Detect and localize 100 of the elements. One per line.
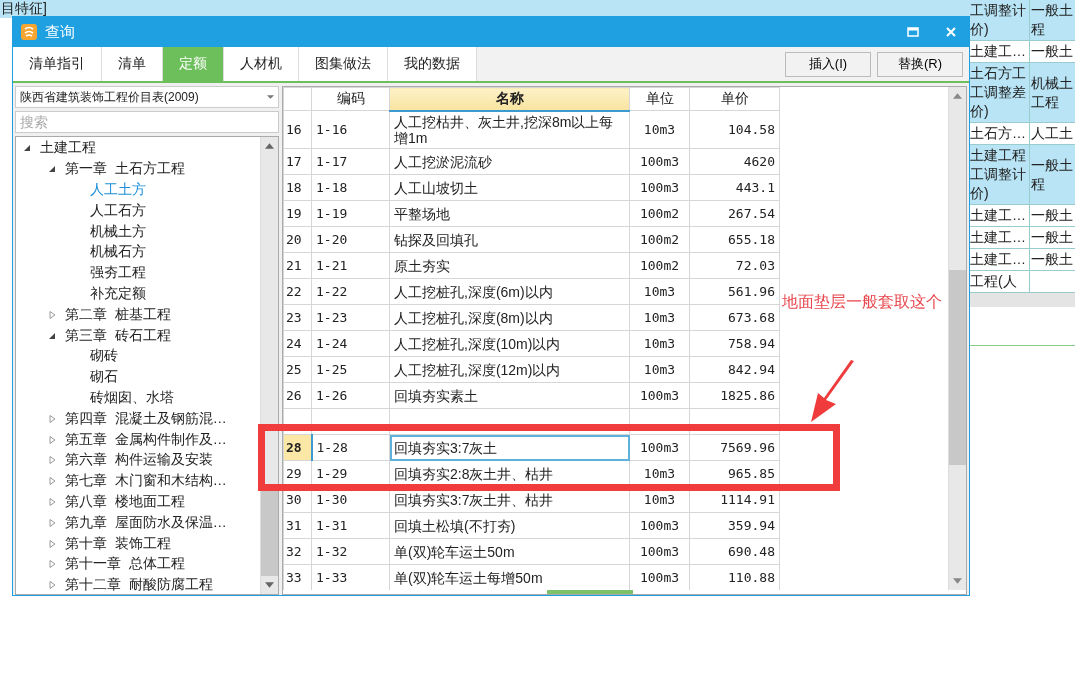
collapsed-triangle-icon[interactable] <box>47 559 57 570</box>
table-cell: 1-18 <box>311 174 390 201</box>
tree-item[interactable]: 第十章 装饰工程 <box>65 534 171 553</box>
collapsed-triangle-icon[interactable] <box>47 517 57 528</box>
row-number[interactable]: 17 <box>283 148 312 175</box>
tree-item[interactable]: 砌砖 <box>90 347 118 366</box>
tree-item[interactable]: 砌石 <box>90 368 118 387</box>
collapsed-triangle-icon[interactable] <box>47 434 57 445</box>
tree-item[interactable]: 第十一章 总体工程 <box>65 555 185 574</box>
table-cell: 100m3 <box>629 512 690 539</box>
table-cell: 1-22 <box>311 278 390 305</box>
row-number[interactable]: 28 <box>283 434 312 461</box>
tree-item[interactable]: 机械土方 <box>90 222 146 241</box>
table-cell: 人工山坡切土 <box>389 174 630 201</box>
table-cell: 1-17 <box>311 148 390 175</box>
tree-item[interactable]: 第八章 楼地面工程 <box>65 492 185 511</box>
tree-item[interactable]: 人工土方 <box>90 181 146 199</box>
window-title: 查询 <box>45 22 75 42</box>
tree-item[interactable]: 土建工程 <box>40 139 96 158</box>
collapsed-triangle-icon[interactable] <box>47 496 57 507</box>
row-number[interactable]: 16 <box>283 110 312 149</box>
scrollbar-thumb[interactable] <box>261 491 278 576</box>
table-cell: 100m2 <box>629 252 690 279</box>
collapsed-triangle-icon[interactable] <box>47 413 57 424</box>
column-header[interactable]: 名称 <box>389 87 630 111</box>
row-number[interactable]: 18 <box>283 174 312 201</box>
scrollbar-thumb[interactable] <box>949 270 966 465</box>
tree-item[interactable]: 第一章 土石方工程 <box>65 160 185 179</box>
scroll-down-icon[interactable] <box>265 582 274 588</box>
row-number[interactable]: 31 <box>283 512 312 539</box>
close-icon[interactable] <box>945 26 957 38</box>
maximize-icon[interactable] <box>907 26 919 38</box>
table-cell: 100m3 <box>629 434 690 461</box>
row-number[interactable]: 23 <box>283 304 312 331</box>
row-number[interactable]: 19 <box>283 200 312 227</box>
search-field[interactable]: 搜索 <box>15 111 279 133</box>
table-cell: 561.96 <box>689 278 780 305</box>
tree-item[interactable]: 强夯工程 <box>90 264 146 283</box>
table-cell: 1-19 <box>311 200 390 227</box>
scrollbar[interactable] <box>260 137 278 594</box>
row-number[interactable]: 33 <box>283 564 312 590</box>
tab[interactable]: 我的数据 <box>388 47 477 81</box>
tree-item[interactable]: 第十二章 耐酸防腐工程 <box>65 576 213 594</box>
row-number[interactable]: 21 <box>283 252 312 279</box>
tab[interactable]: 图集做法 <box>299 47 388 81</box>
row-number[interactable]: 25 <box>283 356 312 383</box>
scroll-up-icon[interactable] <box>265 143 274 149</box>
tree-item[interactable]: 人工石方 <box>90 201 146 220</box>
tree-item[interactable]: 第七章 木门窗和木结构… <box>65 472 227 491</box>
column-header[interactable]: 单价 <box>689 87 780 111</box>
scroll-up-icon[interactable] <box>953 93 962 99</box>
tree-item[interactable]: 第五章 金属构件制作及… <box>65 430 227 449</box>
collapsed-triangle-icon[interactable] <box>47 476 57 487</box>
collapsed-triangle-icon[interactable] <box>47 455 57 466</box>
column-header[interactable]: 单位 <box>629 87 690 111</box>
resize-grip[interactable] <box>546 590 633 594</box>
sheet-cell-text: 土石方工工调整差价) <box>970 64 1027 121</box>
tab[interactable]: 清单指引 <box>13 47 102 81</box>
tree-item[interactable]: 第九章 屋面防水及保温… <box>65 513 227 532</box>
tree-item[interactable]: 第三章 砖石工程 <box>65 326 171 345</box>
scroll-down-icon[interactable] <box>953 578 962 584</box>
row-number[interactable]: 26 <box>283 382 312 409</box>
row-number[interactable]: 24 <box>283 330 312 357</box>
action-button[interactable]: 替换(R) <box>877 51 963 77</box>
tree-item[interactable]: 砖烟囱、水塔 <box>90 388 174 407</box>
action-button[interactable]: 插入(I) <box>785 51 871 77</box>
collapsed-triangle-icon[interactable] <box>47 538 57 549</box>
tab[interactable]: 清单 <box>102 47 163 81</box>
expanded-triangle-icon[interactable] <box>22 143 32 154</box>
table-cell: 人工挖桩孔,深度(10m)以内 <box>389 330 630 357</box>
sheet-cell: 一般土 <box>1031 228 1073 247</box>
tree-item[interactable]: 第二章 桩基工程 <box>65 305 171 324</box>
row-number[interactable]: 29 <box>283 460 312 487</box>
sheet-cell-text: 工调整计价) <box>970 1 1027 39</box>
table-cell: 100m3 <box>629 382 690 409</box>
table-cell: 回填夯实素土 <box>389 382 630 409</box>
expanded-triangle-icon[interactable] <box>47 164 57 175</box>
library-dropdown[interactable]: 陕西省建筑装饰工程价目表(2009) <box>15 86 279 108</box>
column-header[interactable]: 编码 <box>311 87 390 111</box>
sheet-cell: 土建工… <box>970 228 1026 247</box>
table-cell: 72.03 <box>689 252 780 279</box>
tree-item[interactable]: 第六章 构件运输及安装 <box>65 451 213 470</box>
row-number[interactable]: 32 <box>283 538 312 565</box>
table-cell: 10m3 <box>629 304 690 331</box>
row-number[interactable]: 20 <box>283 226 312 253</box>
table-cell: 1-31 <box>311 512 390 539</box>
row-number[interactable]: 22 <box>283 278 312 305</box>
tree-item[interactable]: 第四章 混凝土及钢筋混… <box>65 409 227 428</box>
table-cell: 1-24 <box>311 330 390 357</box>
tree-item[interactable]: 机械石方 <box>90 243 146 262</box>
table-cell: 100m2 <box>629 200 690 227</box>
tree-item[interactable]: 补充定额 <box>90 284 146 303</box>
collapsed-triangle-icon[interactable] <box>47 309 57 320</box>
tab[interactable]: 人材机 <box>224 47 299 81</box>
sheet-cell-text: 土建工程工调整计价) <box>970 146 1027 203</box>
collapsed-triangle-icon[interactable] <box>47 580 57 591</box>
scrollbar[interactable] <box>948 87 966 590</box>
table-cell: 359.94 <box>689 512 780 539</box>
table-cell: 10m3 <box>629 356 690 383</box>
table-cell: 100m3 <box>629 538 690 565</box>
